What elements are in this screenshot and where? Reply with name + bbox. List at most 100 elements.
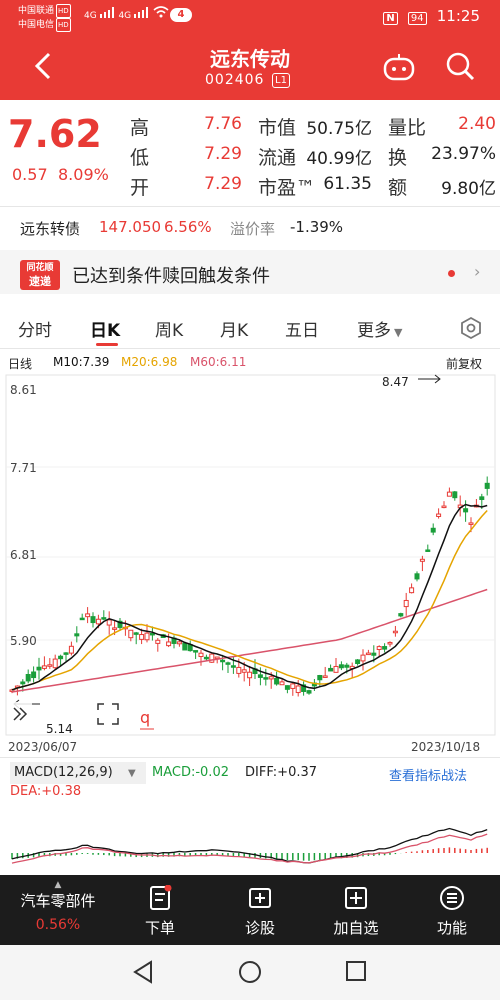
candle-body [79,617,85,621]
candle-body [182,642,188,651]
order-button[interactable]: 下单 [130,885,190,938]
candle-body [338,664,344,669]
tab-more-label: 更多 [357,321,391,341]
carrier-1: 中国联通 [18,6,55,16]
candle-body [344,664,350,668]
signal-strength-icon [99,7,114,18]
divider [0,757,500,758]
candle-body [112,627,118,630]
pe-label: 市盈™ [258,177,316,199]
low-label: 低 [130,147,150,169]
nfc-icon: N [383,12,398,25]
collapse-left-icon[interactable] [8,702,32,726]
robot-assistant-icon[interactable] [382,52,416,82]
turnover-value: 23.97% [431,144,496,164]
back-triangle-icon[interactable] [132,960,154,984]
candle-body [230,665,236,668]
candle-body [306,690,312,694]
candle-body [484,482,490,489]
macd-chart[interactable] [0,780,500,873]
battery-level: 94 [410,13,424,24]
candle-body [220,659,226,663]
candle-body [382,646,388,650]
functions-label: 功能 [436,919,467,937]
candle-body [144,632,150,641]
sector-pct: 0.56% [35,917,81,933]
ma10-line [11,503,488,691]
tonghuashun-express-logo: 同花顺 速递 [20,260,60,290]
candle-body [290,683,296,689]
candle-body [425,549,431,552]
divider [0,206,500,207]
candle-body [236,666,242,674]
candle-body [47,664,53,667]
divider [0,348,500,349]
pe-value: 61.35 [323,174,372,194]
end-date-label: 2023/10/18 [411,740,481,754]
network-type-1: 4G [84,11,97,21]
home-circle-icon[interactable] [238,960,262,984]
candle-body [247,671,253,679]
candle-body [106,619,112,626]
settings-hexagon-icon[interactable] [459,316,483,340]
float-cap-label: 流通 [258,147,297,169]
candle-body [166,641,172,647]
ma60-value: M60:6.11 [190,355,247,369]
tab-intraday[interactable]: 分时 [18,316,52,341]
candle-body [263,677,269,680]
candlestick-chart[interactable] [0,372,500,737]
stock-code: 002406 [205,72,265,88]
amount-label: 额 [388,177,408,199]
candle-body [295,685,301,694]
current-price: 7.62 [8,112,102,156]
volume-ratio-label: 量比 [388,117,427,139]
chevron-right-icon[interactable]: › [474,262,480,281]
recents-square-icon[interactable] [345,960,367,982]
candle-body [31,671,37,679]
ma20-line [11,509,488,691]
candle-body [85,613,91,618]
tab-five-day[interactable]: 五日 [285,316,319,341]
low-annotation: 5.14 [46,722,73,736]
unread-dot [448,270,455,277]
candle-body [392,630,398,634]
active-tab-indicator [96,343,118,346]
high-label: 高 [130,117,150,139]
carrier-2: 中国电信 [18,20,55,30]
tab-daily-k[interactable]: 日K [90,316,120,341]
price-axis-label: 8.61 [10,383,37,397]
candle-body [328,667,334,672]
candle-body [52,658,58,669]
candle-body [479,496,485,500]
functions-button[interactable]: 功能 [422,885,482,938]
add-watchlist-button[interactable]: 加自选 [326,885,386,938]
candle-body [209,653,215,663]
macd-label[interactable]: MACD(12,26,9) [14,765,113,780]
notice-text[interactable]: 已达到条件赎回触发条件 [72,262,270,288]
expand-icon[interactable] [96,702,120,726]
signal-icons: 4G 4G [84,6,169,21]
candle-body [155,639,161,644]
candle-body [322,675,328,678]
add-icon [345,887,367,909]
price-axis-label: 7.71 [10,461,37,475]
adjust-mode-button[interactable]: 前复权 [446,355,482,372]
clock-time: 11:25 [436,7,480,25]
order-label: 下单 [144,919,175,937]
level-badge: L1 [272,73,290,88]
high-value: 7.76 [204,114,242,134]
low-value: 7.29 [204,144,242,164]
sector-button[interactable]: ▲ 汽车零部件 0.56% [8,880,108,933]
diagnose-icon [249,888,271,908]
market-cap-label: 市值 [258,117,297,139]
battery-icon: 94 [407,12,427,25]
candle-body [149,632,155,636]
float-cap-value: 40.99亿 [306,149,372,169]
tab-monthly-k[interactable]: 月K [220,316,248,341]
search-icon[interactable] [446,52,476,82]
diagnose-button[interactable]: 诊股 [230,885,290,938]
tab-weekly-k[interactable]: 周K [155,316,183,341]
diagnose-label: 诊股 [244,919,275,937]
candle-body [365,652,371,656]
tab-more[interactable]: 更多 ▼ [357,316,402,341]
